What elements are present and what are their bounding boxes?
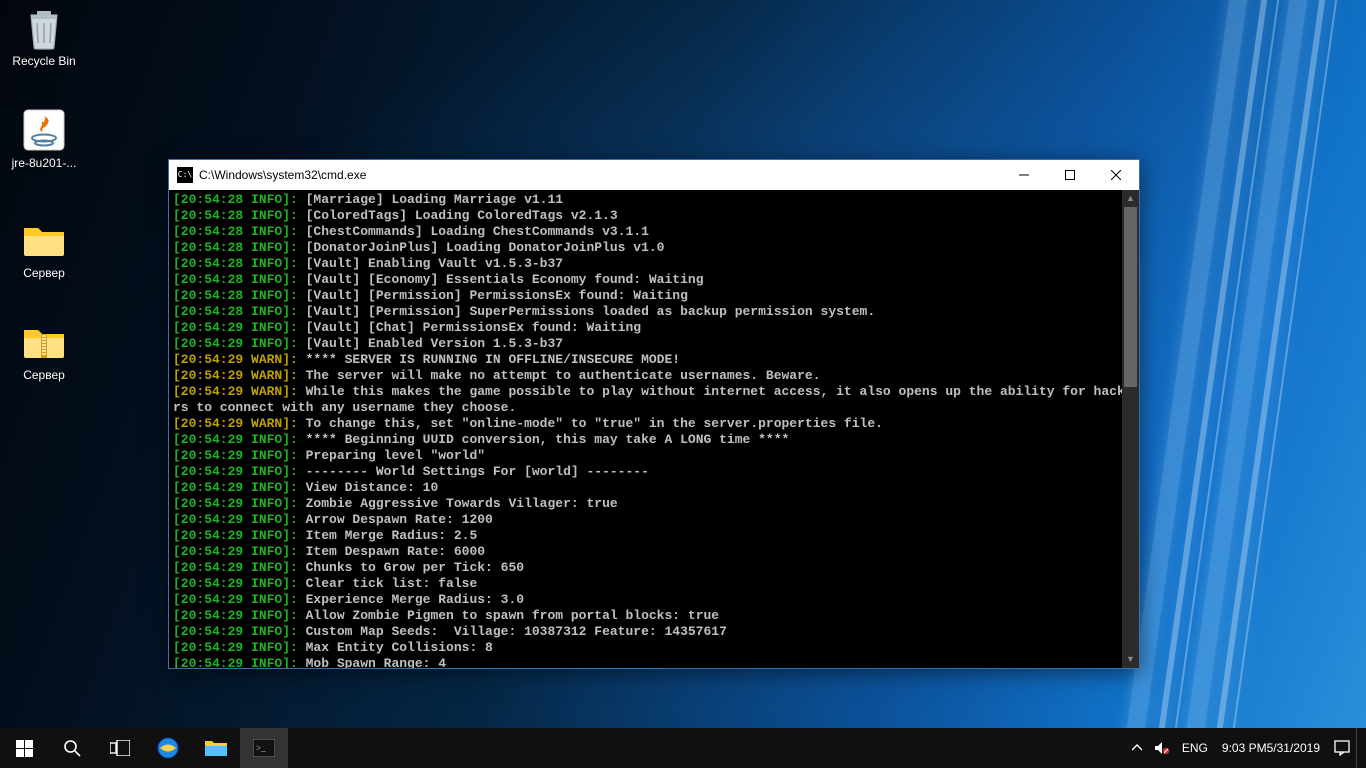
tray-language[interactable]: ENG	[1176, 728, 1214, 768]
terminal-line: [20:54:29 INFO]: Arrow Despawn Rate: 120…	[173, 512, 1135, 528]
tray-volume-icon[interactable]	[1148, 728, 1176, 768]
desktop-icon-recycle-bin[interactable]: Recycle Bin	[6, 4, 82, 68]
recycle-bin-icon	[20, 4, 68, 52]
terminal-line: [20:54:29 INFO]: Allow Zombie Pigmen to …	[173, 608, 1135, 624]
desktop-icon-server-zip[interactable]: Сервер	[6, 318, 82, 382]
start-button[interactable]	[0, 728, 48, 768]
terminal-line: [20:54:28 INFO]: [Vault] [Permission] Su…	[173, 304, 1135, 320]
terminal-line: [20:54:29 INFO]: Item Despawn Rate: 6000	[173, 544, 1135, 560]
window-titlebar[interactable]: C:\Windows\system32\cmd.exe	[169, 160, 1139, 190]
terminal-line: [20:54:28 INFO]: [DonatorJoinPlus] Loadi…	[173, 240, 1135, 256]
terminal-line: [20:54:28 INFO]: [Vault] [Economy] Essen…	[173, 272, 1135, 288]
terminal-line: [20:54:29 INFO]: Experience Merge Radius…	[173, 592, 1135, 608]
scroll-thumb[interactable]	[1124, 207, 1137, 387]
terminal-line: [20:54:29 INFO]: Zombie Aggressive Towar…	[173, 496, 1135, 512]
terminal-line: [20:54:29 WARN]: To change this, set "on…	[173, 416, 1135, 432]
desktop-icon-label: Сервер	[6, 266, 82, 280]
terminal-line: [20:54:28 INFO]: [ChestCommands] Loading…	[173, 224, 1135, 240]
tray-chevron-icon[interactable]	[1126, 728, 1148, 768]
zip-folder-icon	[20, 318, 68, 366]
taskbar-cmd[interactable]: >_	[240, 728, 288, 768]
folder-icon	[20, 216, 68, 264]
close-button[interactable]	[1093, 160, 1139, 190]
java-icon	[20, 106, 68, 154]
terminal-line: [20:54:29 INFO]: [Vault] Enabled Version…	[173, 336, 1135, 352]
cmd-icon	[177, 167, 193, 183]
terminal-line: [20:54:29 INFO]: Clear tick list: false	[173, 576, 1135, 592]
terminal-line: [20:54:28 INFO]: [ColoredTags] Loading C…	[173, 208, 1135, 224]
taskbar-explorer[interactable]	[192, 728, 240, 768]
search-button[interactable]	[48, 728, 96, 768]
terminal-line: [20:54:29 INFO]: Preparing level "world"	[173, 448, 1135, 464]
task-view-button[interactable]	[96, 728, 144, 768]
scroll-up-button[interactable]: ▲	[1122, 190, 1139, 207]
window-title: C:\Windows\system32\cmd.exe	[199, 168, 1001, 182]
terminal-line: [20:54:29 WARN]: While this makes the ga…	[173, 384, 1135, 416]
taskbar-ie[interactable]	[144, 728, 192, 768]
terminal-line: [20:54:28 INFO]: [Vault] [Permission] Pe…	[173, 288, 1135, 304]
terminal-line: [20:54:29 INFO]: [Vault] [Chat] Permissi…	[173, 320, 1135, 336]
terminal-output[interactable]: [20:54:28 INFO]: [Marriage] Loading Marr…	[169, 190, 1139, 668]
desktop-icon-server-folder-1[interactable]: Сервер	[6, 216, 82, 280]
terminal-line: [20:54:29 WARN]: The server will make no…	[173, 368, 1135, 384]
terminal-line: [20:54:29 INFO]: **** Beginning UUID con…	[173, 432, 1135, 448]
minimize-button[interactable]	[1001, 160, 1047, 190]
tray-date: 5/31/2019	[1267, 741, 1320, 755]
terminal-line: [20:54:29 INFO]: Chunks to Grow per Tick…	[173, 560, 1135, 576]
desktop-icon-label: Сервер	[6, 368, 82, 382]
terminal-line: [20:54:29 INFO]: Item Merge Radius: 2.5	[173, 528, 1135, 544]
cmd-window[interactable]: C:\Windows\system32\cmd.exe [20:54:28 IN…	[168, 159, 1140, 669]
taskbar[interactable]: >_ ENG 9:03 PM 5/31/2019	[0, 728, 1366, 768]
desktop-icon-label: jre-8u201-...	[6, 156, 82, 170]
terminal-line: [20:54:29 INFO]: Mob Spawn Range: 4	[173, 656, 1135, 668]
system-tray[interactable]: ENG 9:03 PM 5/31/2019	[1126, 728, 1366, 768]
action-center-icon[interactable]	[1328, 728, 1356, 768]
show-desktop-button[interactable]	[1356, 728, 1362, 768]
terminal-line: [20:54:28 INFO]: [Vault] Enabling Vault …	[173, 256, 1135, 272]
tray-time: 9:03 PM	[1222, 741, 1267, 755]
terminal-line: [20:54:29 INFO]: Custom Map Seeds: Villa…	[173, 624, 1135, 640]
desktop-icon-label: Recycle Bin	[6, 54, 82, 68]
desktop-icon-jre[interactable]: jre-8u201-...	[6, 106, 82, 170]
terminal-line: [20:54:29 INFO]: View Distance: 10	[173, 480, 1135, 496]
desktop[interactable]: Recycle Bin jre-8u201-... Сервер Сервер …	[0, 0, 1366, 728]
maximize-button[interactable]	[1047, 160, 1093, 190]
terminal-line: [20:54:29 INFO]: -------- World Settings…	[173, 464, 1135, 480]
terminal-line: [20:54:29 WARN]: **** SERVER IS RUNNING …	[173, 352, 1135, 368]
svg-text:>_: >_	[256, 743, 266, 753]
terminal-line: [20:54:28 INFO]: [Marriage] Loading Marr…	[173, 192, 1135, 208]
scroll-down-button[interactable]: ▼	[1122, 651, 1139, 668]
scrollbar[interactable]: ▲ ▼	[1122, 190, 1139, 668]
terminal-line: [20:54:29 INFO]: Max Entity Collisions: …	[173, 640, 1135, 656]
tray-clock[interactable]: 9:03 PM 5/31/2019	[1214, 728, 1328, 768]
